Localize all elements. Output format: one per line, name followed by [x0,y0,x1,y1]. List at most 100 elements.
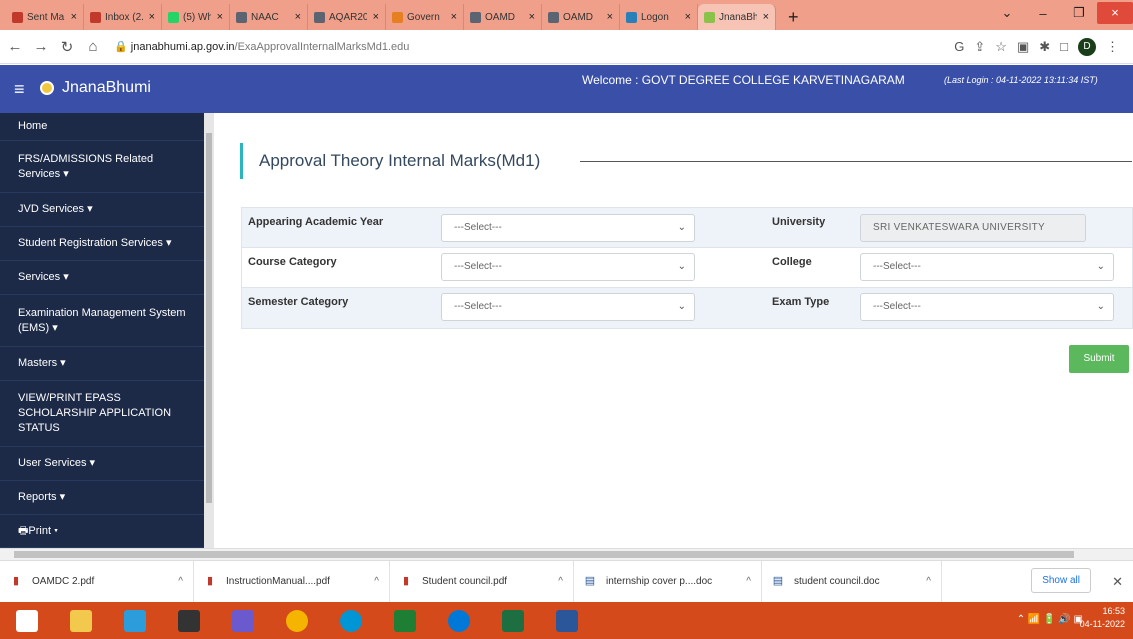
url-field[interactable]: 🔒 jnanabhumi.ap.gov.in/ExaApprovalIntern… [114,40,954,53]
edge-taskbar-icon[interactable] [432,602,486,639]
sidebar-item[interactable]: 🖶Print ▾ [0,515,204,548]
tab-close-icon[interactable]: × [217,11,223,23]
chevron-down-icon: ⌄ [677,301,686,312]
home-icon[interactable]: ⌂ [82,38,104,55]
download-item[interactable]: ▤ student council.doc ^ [762,560,942,603]
chevron-up-icon[interactable]: ^ [746,576,751,587]
camera-taskbar-icon[interactable] [162,602,216,639]
browser-tab[interactable]: NAAC × [230,4,308,30]
chrome-taskbar-icon[interactable] [270,602,324,639]
close-downloads-icon[interactable]: ✕ [1112,574,1123,590]
excel-taskbar-icon[interactable] [486,602,540,639]
browser-tab[interactable]: Govern × [386,4,464,30]
academic-year-select[interactable]: ---Select--- ⌄ [441,214,695,242]
tab-search-icon[interactable]: ⌄ [989,5,1025,21]
university-label: University [772,216,826,228]
sidebar-item[interactable]: User Services ▾ [0,447,204,481]
windows-taskbar-icon[interactable] [0,602,54,639]
download-item[interactable]: ▤ internship cover p....doc ^ [574,560,762,603]
submit-button[interactable]: Submit [1069,345,1129,373]
tab-close-icon[interactable]: × [763,11,769,23]
sidebar-item[interactable]: Reports ▾ [0,481,204,515]
tab-close-icon[interactable]: × [529,11,535,23]
tab-label: AQAR20 [329,11,367,23]
doc-file-icon: ▤ [584,575,596,587]
hamburger-menu-icon[interactable]: ≡ [14,79,25,100]
pdf-file-icon: ▮ [12,575,20,587]
clock[interactable]: 16:53 04-11-2022 [1080,605,1125,631]
sidebar-item[interactable]: Services ▾ [0,261,204,295]
university-field[interactable]: SRI VENKATESWARA UNIVERSITY [860,214,1086,242]
sidebar-item[interactable]: FRS/ADMISSIONS Related Services ▾ [0,141,204,193]
home-taskbar-icon[interactable] [108,602,162,639]
clock-date: 04-11-2022 [1079,619,1125,629]
course-category-select[interactable]: ---Select--- ⌄ [441,253,695,281]
word-taskbar-icon[interactable] [540,602,594,639]
show-all-button[interactable]: Show all [1031,568,1091,593]
sidepanel-icon[interactable]: □ [1060,39,1068,54]
download-item[interactable]: ▮ InstructionManual....pdf ^ [194,560,390,603]
sidebar-item[interactable]: Masters ▾ [0,347,204,381]
chevron-up-icon[interactable]: ^ [178,576,183,587]
close-window-button[interactable]: × [1097,2,1133,24]
file-explorer-taskbar-icon[interactable] [54,602,108,639]
browser-tab[interactable]: Logon × [620,4,698,30]
reload-icon[interactable]: ↻ [56,38,78,56]
minimize-button[interactable]: – [1025,6,1061,21]
college-label: College [772,256,812,268]
sidebar-item[interactable]: Examination Management System (EMS) ▾ [0,295,204,347]
tab-close-icon[interactable]: × [71,11,77,23]
extension-icon[interactable]: ▣ [1017,39,1029,55]
profile-avatar[interactable]: D [1078,37,1096,56]
browser-tab[interactable]: Inbox (2. × [84,4,162,30]
sidebar-item[interactable]: Student Registration Services ▾ [0,227,204,261]
browser-tab[interactable]: OAMD × [542,4,620,30]
back-icon[interactable]: ← [4,38,26,55]
hp-taskbar-icon[interactable] [324,602,378,639]
word-icon [556,609,578,632]
bookmark-star-icon[interactable]: ☆ [995,39,1007,55]
chevron-up-icon[interactable]: ^ [374,576,379,587]
sidebar-scroll-thumb[interactable] [206,133,212,503]
new-tab-button[interactable]: + [776,4,811,30]
google-icon[interactable]: G [954,39,964,54]
download-item[interactable]: ▮ Student council.pdf ^ [390,560,574,603]
sidebar-item[interactable]: VIEW/PRINT EPASS SCHOLARSHIP APPLICATION… [0,381,204,447]
maximize-button[interactable]: ❐ [1061,5,1097,21]
menu-kebab-icon[interactable]: ⋮ [1106,39,1119,55]
tab-close-icon[interactable]: × [607,11,613,23]
horizontal-scroll-thumb[interactable] [14,551,1074,558]
system-tray-icons[interactable]: ⌃ 📶 🔋 🔊 ▣ [1017,614,1083,625]
browser-tab[interactable]: (5) What × [162,4,230,30]
browser-tab[interactable]: OAMD × [464,4,542,30]
download-filename: OAMDC 2.pdf [32,576,95,587]
tab-close-icon[interactable]: × [373,11,379,23]
exam-type-select[interactable]: ---Select--- ⌄ [860,293,1114,321]
puzzle-icon[interactable]: ✱ [1039,39,1050,55]
browser-tab[interactable]: AQAR20 × [308,4,386,30]
store-taskbar-icon[interactable] [378,602,432,639]
download-item[interactable]: ▮ OAMDC 2.pdf ^ [0,560,194,603]
browser-tab[interactable]: Sent Ma × [6,4,84,30]
semester-category-select[interactable]: ---Select--- ⌄ [441,293,695,321]
tab-favicon-icon [626,11,637,23]
chevron-down-icon: ⌄ [677,222,686,233]
tab-favicon-icon [392,11,403,23]
tab-label: NAAC [251,11,279,23]
page-title: Approval Theory Internal Marks(Md1) [240,143,540,179]
photos-taskbar-icon[interactable] [216,602,270,639]
chevron-down-icon: ⌄ [1096,301,1105,312]
tab-close-icon[interactable]: × [149,11,155,23]
form-row: Course Category ---Select--- ⌄ College --… [242,248,1132,288]
chevron-up-icon[interactable]: ^ [558,576,563,587]
share-icon[interactable]: ⇪ [974,39,985,55]
college-select[interactable]: ---Select--- ⌄ [860,253,1114,281]
forward-icon[interactable]: → [30,38,52,55]
tab-close-icon[interactable]: × [295,11,301,23]
tab-close-icon[interactable]: × [451,11,457,23]
tab-close-icon[interactable]: × [685,11,691,23]
sidebar-item[interactable]: JVD Services ▾ [0,193,204,227]
sidebar-item[interactable]: Home [0,113,204,141]
chevron-up-icon[interactable]: ^ [926,576,931,587]
browser-tab[interactable]: JnanaBh × [698,4,776,30]
